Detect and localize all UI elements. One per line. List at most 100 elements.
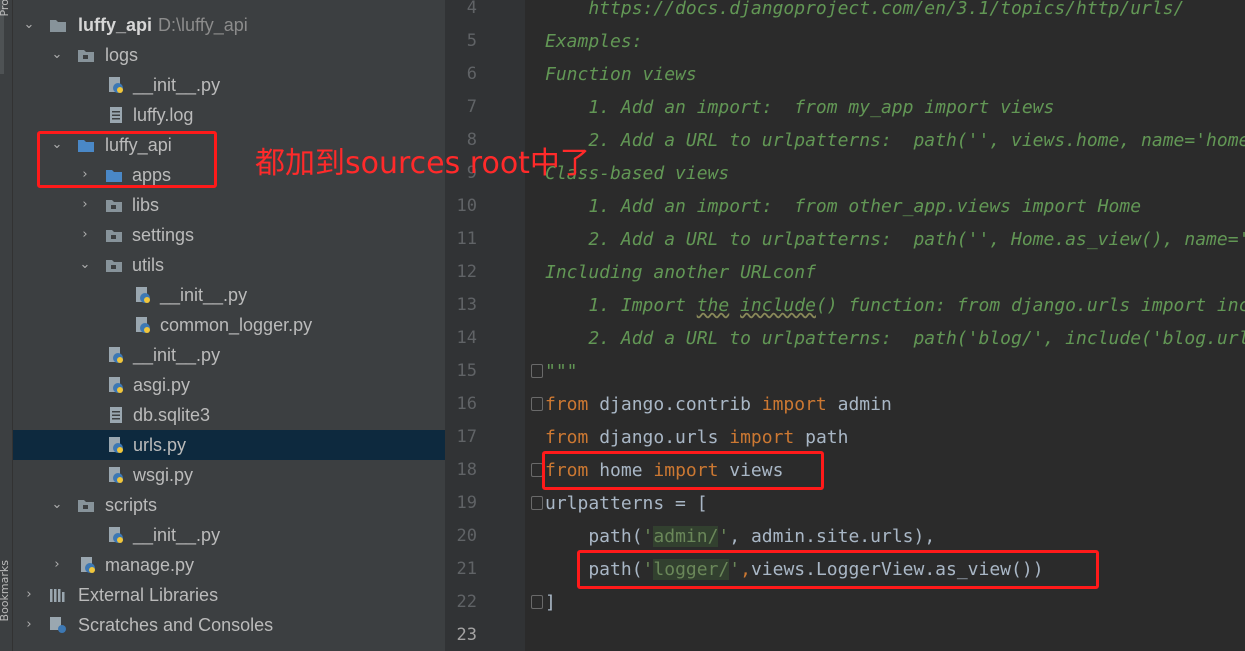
code-line-15[interactable]: """ xyxy=(545,355,1245,388)
code-line-9[interactable]: Class-based views xyxy=(545,157,1245,190)
code-line-13[interactable]: 1. Import the include() function: from d… xyxy=(545,289,1245,322)
line-number: 17 xyxy=(456,427,477,447)
tree-item-label: common_logger.py xyxy=(160,315,313,335)
folder-icon xyxy=(106,230,122,242)
chevron-down-icon[interactable]: ⌄ xyxy=(51,47,63,63)
tree-item-settings[interactable]: › settings xyxy=(13,220,445,250)
code-line-6[interactable]: Function views xyxy=(545,58,1245,91)
highlight-box-logger-path xyxy=(577,550,1099,589)
tree-item-label: manage.py xyxy=(105,555,195,575)
folder-icon xyxy=(78,500,94,512)
line-number: 20 xyxy=(456,526,477,546)
code-line-17[interactable]: from django.urls import path xyxy=(545,421,1245,454)
tree-item-common-logger[interactable]: common_logger.py xyxy=(13,310,445,340)
line-number: 21 xyxy=(456,559,477,579)
line-number: 11 xyxy=(456,229,477,249)
tree-root-label: luffy_api D:\luffy_api xyxy=(78,10,248,40)
code-line-19[interactable]: urlpatterns = [ xyxy=(545,487,1245,520)
tree-item-label: __init__.py xyxy=(133,345,221,365)
code-line-22[interactable]: ] xyxy=(545,586,1245,619)
code-line-20[interactable]: path('admin/', admin.site.urls), xyxy=(545,520,1245,553)
tree-item-logs-init[interactable]: __init__.py xyxy=(13,70,445,100)
project-tool-label[interactable]: Proj xyxy=(0,0,11,17)
tree-item-label: settings xyxy=(132,225,195,245)
tree-item-libs[interactable]: › libs xyxy=(13,190,445,220)
line-number: 14 xyxy=(456,328,477,348)
tree-item-scripts-init[interactable]: __init__.py xyxy=(13,520,445,550)
tree-item-label: External Libraries xyxy=(78,585,219,605)
python-file-icon xyxy=(109,377,123,393)
line-number-current: 23 xyxy=(456,625,477,645)
highlight-box-source-roots xyxy=(37,131,217,188)
code-editor[interactable]: 4 5 6 7 8 9 10 11 12 13 14 15 16 17 18 1… xyxy=(445,0,1245,651)
root-path: D:\luffy_api xyxy=(158,15,248,35)
tree-item-label: scripts xyxy=(105,495,158,515)
tree-item-wsgi[interactable]: wsgi.py xyxy=(13,460,445,490)
python-file-icon xyxy=(81,557,95,573)
code-line-16[interactable]: from django.contrib import admin xyxy=(545,388,1245,421)
highlight-box-import-views xyxy=(542,451,824,490)
tree-item-luffy-log[interactable]: luffy.log xyxy=(13,100,445,130)
tree-item-label: __init__.py xyxy=(133,75,221,95)
tree-item-label: Scratches and Consoles xyxy=(78,615,274,635)
python-file-icon xyxy=(109,467,123,483)
tree-item-external-libraries[interactable]: › External Libraries xyxy=(13,580,445,610)
tree-item-utils-init[interactable]: __init__.py xyxy=(13,280,445,310)
python-file-icon xyxy=(136,317,150,333)
chevron-down-icon[interactable]: ⌄ xyxy=(51,497,63,513)
tree-item-label: db.sqlite3 xyxy=(133,405,211,425)
chevron-down-icon[interactable]: ⌄ xyxy=(23,17,35,33)
tree-item-label: libs xyxy=(132,195,160,215)
chevron-right-icon[interactable]: › xyxy=(51,557,63,573)
chevron-right-icon[interactable]: › xyxy=(79,227,91,243)
database-file-icon xyxy=(110,407,122,423)
tree-item-scripts[interactable]: ⌄ scripts xyxy=(13,490,445,520)
line-number: 10 xyxy=(456,196,477,216)
annotation-text: 都加到sources root中了 xyxy=(255,146,590,181)
line-number: 18 xyxy=(456,460,477,480)
fold-marker-icon[interactable] xyxy=(531,595,543,609)
tree-item-label: urls.py xyxy=(133,435,187,455)
tool-window-strip: Proj Bookmarks xyxy=(0,0,13,651)
root-name: luffy_api xyxy=(78,15,153,35)
code-line-5[interactable]: Examples: xyxy=(545,25,1245,58)
tree-item-label: luffy.log xyxy=(133,105,194,125)
tree-item-asgi[interactable]: asgi.py xyxy=(13,370,445,400)
tree-item-manage[interactable]: › manage.py xyxy=(13,550,445,580)
code-line-7[interactable]: 1. Add an import: from my_app import vie… xyxy=(545,91,1245,124)
bookmarks-tool-label[interactable]: Bookmarks xyxy=(0,560,11,621)
tree-item-scratches[interactable]: › Scratches and Consoles xyxy=(13,610,445,640)
chevron-right-icon[interactable]: › xyxy=(23,587,35,603)
tree-root-luffy-api[interactable]: ⌄ luffy_api D:\luffy_api xyxy=(13,10,445,40)
tree-item-db-sqlite3[interactable]: db.sqlite3 xyxy=(13,400,445,430)
tree-item-urls-selected[interactable]: urls.py xyxy=(13,430,445,460)
code-line-11[interactable]: 2. Add a URL to urlpatterns: path('', Ho… xyxy=(545,223,1245,256)
tree-item-utils[interactable]: ⌄ utils xyxy=(13,250,445,280)
code-line-12[interactable]: Including another URLconf xyxy=(545,256,1245,289)
code-line-10[interactable]: 1. Add an import: from other_app.views i… xyxy=(545,190,1245,223)
code-line-4[interactable]: https://docs.djangoproject.com/en/3.1/to… xyxy=(545,0,1245,25)
tree-item-label: wsgi.py xyxy=(133,465,194,485)
fold-marker-icon[interactable] xyxy=(531,397,543,411)
tree-item-logs[interactable]: ⌄ logs xyxy=(13,40,445,70)
fold-marker-icon[interactable] xyxy=(531,496,543,510)
line-number: 4 xyxy=(466,0,477,18)
fold-marker-icon[interactable] xyxy=(531,364,543,378)
line-number: 15 xyxy=(456,361,477,381)
chevron-down-icon[interactable]: ⌄ xyxy=(79,257,91,273)
python-file-icon xyxy=(109,347,123,363)
libraries-icon xyxy=(50,589,65,602)
tree-item-label: logs xyxy=(105,45,139,65)
line-number: 13 xyxy=(456,295,477,315)
line-number: 19 xyxy=(456,493,477,513)
line-number: 6 xyxy=(466,64,477,84)
chevron-right-icon[interactable]: › xyxy=(23,617,35,633)
code-line-14[interactable]: 2. Add a URL to urlpatterns: path('blog/… xyxy=(545,322,1245,355)
python-file-icon xyxy=(109,527,123,543)
line-number: 16 xyxy=(456,394,477,414)
chevron-right-icon[interactable]: › xyxy=(79,197,91,213)
folder-icon xyxy=(106,260,122,272)
code-line-8[interactable]: 2. Add a URL to urlpatterns: path('', vi… xyxy=(545,124,1245,157)
tree-item-api-init[interactable]: __init__.py xyxy=(13,340,445,370)
folder-icon xyxy=(50,20,66,32)
